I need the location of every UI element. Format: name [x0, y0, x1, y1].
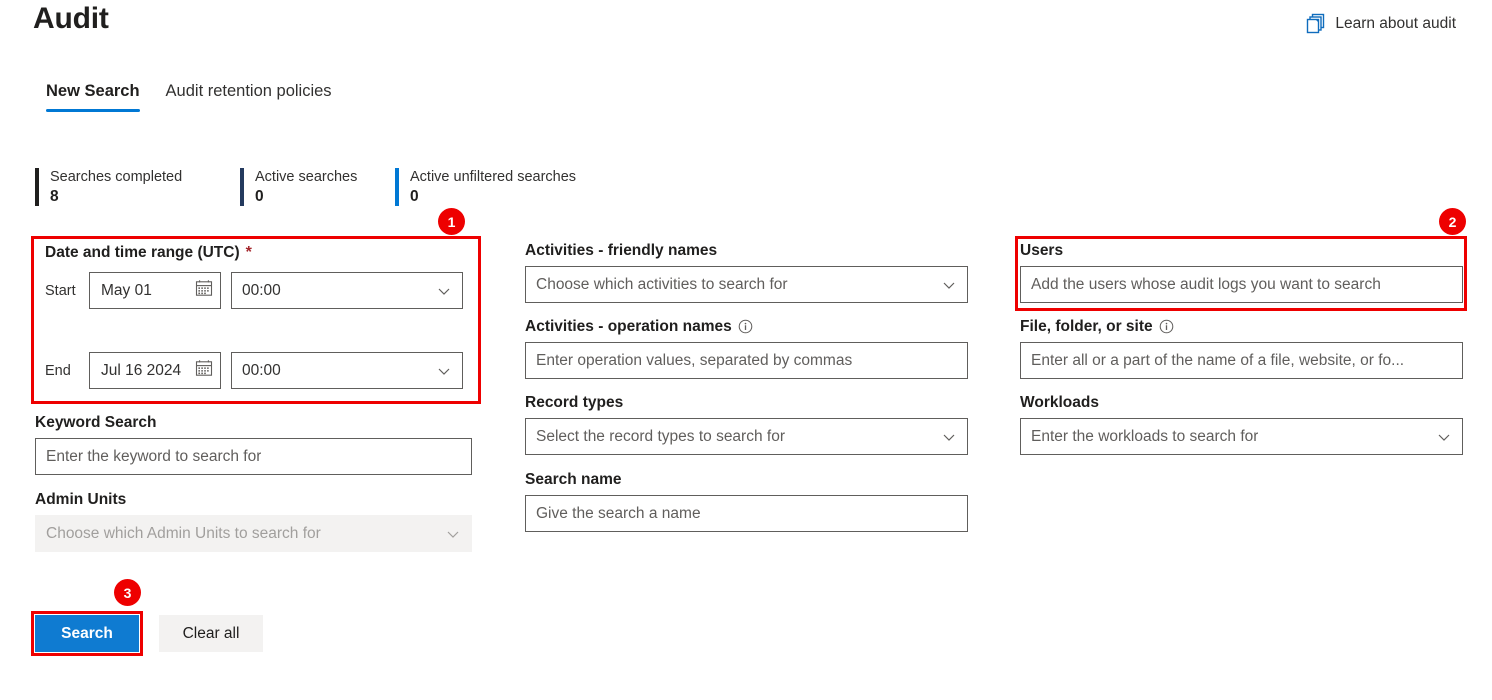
- stat-value: 0: [410, 186, 576, 207]
- activities-operation-names-label: Activities - operation names: [525, 318, 968, 336]
- start-date-picker[interactable]: May 01: [89, 272, 221, 309]
- form-column-left: Date and time range (UTC) * Start May 01: [35, 236, 475, 552]
- end-time-value: 00:00: [242, 362, 281, 380]
- users-label: Users: [1020, 242, 1463, 260]
- workloads-dropdown[interactable]: Enter the workloads to search for: [1020, 418, 1463, 455]
- date-range-label: Date and time range (UTC) *: [45, 244, 465, 262]
- users-input[interactable]: Add the users whose audit logs you want …: [1020, 266, 1463, 303]
- record-types-dropdown[interactable]: Select the record types to search for: [525, 418, 968, 455]
- file-folder-site-field: File, folder, or site Enter all or a par…: [1020, 318, 1463, 379]
- start-date-value: May 01: [101, 282, 152, 300]
- keyword-search-input[interactable]: Enter the keyword to search for: [35, 438, 472, 475]
- chevron-down-icon: [436, 283, 452, 299]
- search-name-field: Search name Give the search a name: [525, 471, 968, 532]
- start-time-dropdown[interactable]: 00:00: [231, 272, 463, 309]
- search-name-placeholder: Give the search a name: [536, 505, 701, 523]
- record-types-placeholder: Select the record types to search for: [536, 428, 785, 446]
- keyword-search-field: Keyword Search Enter the keyword to sear…: [35, 414, 475, 475]
- workloads-placeholder: Enter the workloads to search for: [1031, 428, 1258, 446]
- activities-friendly-names-field: Activities - friendly names Choose which…: [525, 242, 968, 303]
- keyword-search-label: Keyword Search: [35, 414, 475, 432]
- stat-label: Searches completed: [50, 168, 182, 187]
- end-date-row: End Jul 16 2024: [45, 352, 465, 389]
- chevron-down-icon: [941, 277, 957, 293]
- search-name-label: Search name: [525, 471, 968, 489]
- search-name-input[interactable]: Give the search a name: [525, 495, 968, 532]
- stat-active-unfiltered-searches: Active unfiltered searches 0: [395, 168, 576, 207]
- file-folder-site-placeholder: Enter all or a part of the name of a fil…: [1031, 352, 1404, 370]
- calendar-icon: [195, 279, 213, 302]
- stat-value: 8: [50, 186, 182, 207]
- activities-operation-names-label-text: Activities - operation names: [525, 318, 732, 336]
- form-column-right: Users Add the users whose audit logs you…: [1020, 236, 1463, 455]
- tab-new-search[interactable]: New Search: [46, 82, 140, 112]
- activities-friendly-names-placeholder: Choose which activities to search for: [536, 276, 788, 294]
- stats-row: Searches completed 8 Active searches 0 A…: [35, 168, 576, 207]
- audit-page: Audit Learn about audit New Search Audit…: [0, 0, 1492, 700]
- learn-about-audit-link[interactable]: Learn about audit: [1305, 13, 1456, 34]
- pages-stack-icon: [1305, 13, 1326, 34]
- clear-all-button[interactable]: Clear all: [159, 615, 263, 652]
- admin-units-placeholder: Choose which Admin Units to search for: [46, 525, 321, 543]
- admin-units-label: Admin Units: [35, 491, 475, 509]
- annotation-badge-2: 2: [1439, 208, 1466, 235]
- activities-operation-names-placeholder: Enter operation values, separated by com…: [536, 352, 852, 370]
- calendar-icon: [195, 359, 213, 382]
- activities-operation-names-input[interactable]: Enter operation values, separated by com…: [525, 342, 968, 379]
- form-column-middle: Activities - friendly names Choose which…: [525, 236, 968, 532]
- end-label: End: [45, 363, 79, 379]
- chevron-down-icon: [1436, 429, 1452, 445]
- start-date-row: Start May 01: [45, 272, 465, 309]
- start-time-value: 00:00: [242, 282, 281, 300]
- required-asterisk: *: [246, 244, 252, 262]
- stat-accent-bar: [35, 168, 39, 206]
- info-icon[interactable]: [738, 318, 753, 336]
- stat-accent-bar: [395, 168, 399, 206]
- activities-operation-names-field: Activities - operation names Enter opera…: [525, 318, 968, 379]
- end-date-picker[interactable]: Jul 16 2024: [89, 352, 221, 389]
- stat-accent-bar: [240, 168, 244, 206]
- record-types-label: Record types: [525, 394, 968, 412]
- page-title: Audit: [33, 2, 109, 36]
- file-folder-site-input[interactable]: Enter all or a part of the name of a fil…: [1020, 342, 1463, 379]
- admin-units-field: Admin Units Choose which Admin Units to …: [35, 491, 475, 552]
- stat-label: Active unfiltered searches: [410, 168, 576, 187]
- workloads-label: Workloads: [1020, 394, 1463, 412]
- annotation-badge-3: 3: [114, 579, 141, 606]
- date-range-label-text: Date and time range (UTC): [45, 244, 240, 262]
- chevron-down-icon: [436, 363, 452, 379]
- activities-friendly-names-label: Activities - friendly names: [525, 242, 968, 260]
- stat-value: 0: [255, 186, 357, 207]
- users-placeholder: Add the users whose audit logs you want …: [1031, 276, 1381, 294]
- stat-label: Active searches: [255, 168, 357, 187]
- search-button[interactable]: Search: [35, 615, 139, 652]
- annotation-badge-1: 1: [438, 208, 465, 235]
- tab-bar: New Search Audit retention policies: [46, 82, 332, 112]
- info-icon[interactable]: [1159, 318, 1174, 336]
- stat-active-searches: Active searches 0: [240, 168, 395, 207]
- workloads-field: Workloads Enter the workloads to search …: [1020, 394, 1463, 455]
- keyword-search-placeholder: Enter the keyword to search for: [46, 448, 261, 466]
- start-label: Start: [45, 283, 79, 299]
- record-types-field: Record types Select the record types to …: [525, 394, 968, 455]
- chevron-down-icon: [941, 429, 957, 445]
- end-date-value: Jul 16 2024: [101, 362, 181, 380]
- activities-friendly-names-dropdown[interactable]: Choose which activities to search for: [525, 266, 968, 303]
- end-time-dropdown[interactable]: 00:00: [231, 352, 463, 389]
- users-field: Users Add the users whose audit logs you…: [1020, 242, 1463, 303]
- date-and-time-range-group: Date and time range (UTC) * Start May 01: [35, 236, 475, 401]
- admin-units-dropdown[interactable]: Choose which Admin Units to search for: [35, 515, 472, 552]
- file-folder-site-label-text: File, folder, or site: [1020, 318, 1153, 336]
- file-folder-site-label: File, folder, or site: [1020, 318, 1463, 336]
- tab-audit-retention-policies[interactable]: Audit retention policies: [166, 82, 332, 112]
- stat-searches-completed: Searches completed 8: [35, 168, 240, 207]
- action-button-row: Search Clear all: [35, 615, 263, 652]
- learn-about-audit-label: Learn about audit: [1335, 15, 1456, 33]
- chevron-down-icon: [445, 526, 461, 542]
